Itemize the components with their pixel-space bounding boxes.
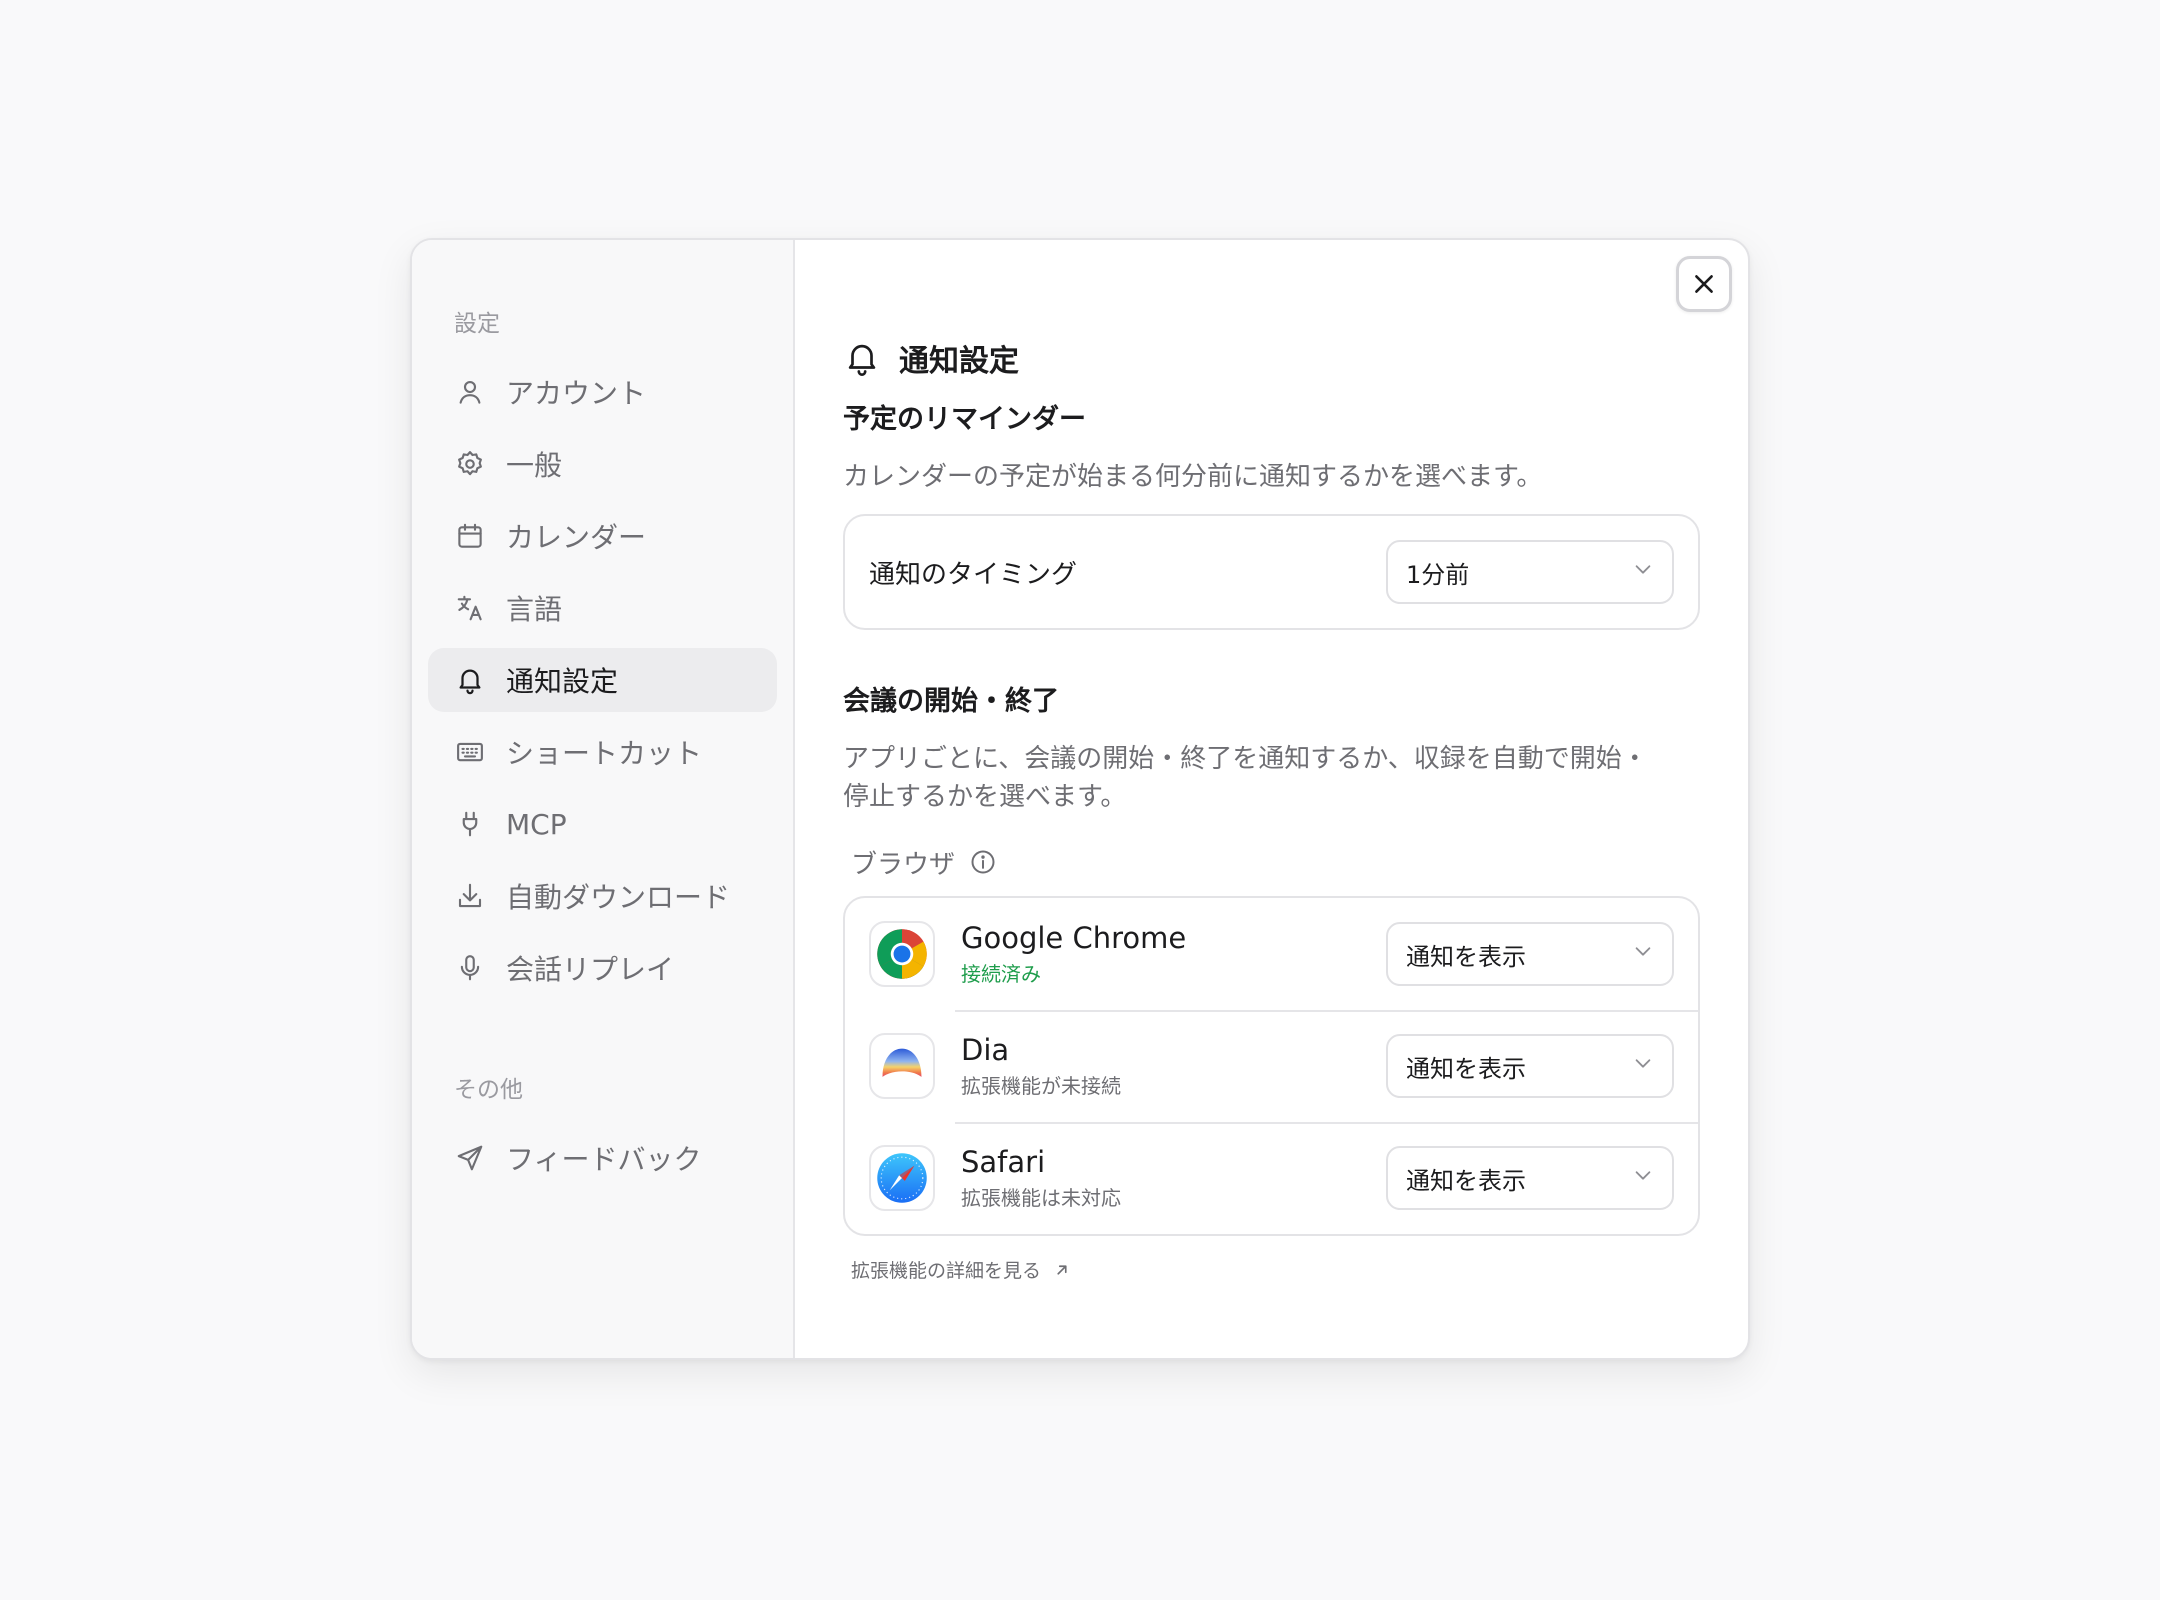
- sidebar-item-label: カレンダー: [506, 521, 647, 554]
- browser-info: Dia 拡張機能が未接続: [961, 1032, 1386, 1100]
- sidebar-item-label: 自動ダウンロード: [506, 881, 731, 914]
- chevron-down-icon: [1632, 940, 1654, 968]
- browser-row-dia: Dia 拡張機能が未接続 通知を表示: [845, 1010, 1698, 1122]
- info-icon[interactable]: [969, 848, 997, 876]
- close-button[interactable]: [1676, 256, 1732, 312]
- keyboard-icon: [454, 736, 486, 768]
- notification-settings-panel: 通知設定 予定のリマインダー カレンダーの予定が始まる何分前に通知するかを選べま…: [795, 240, 1748, 1358]
- meeting-description-line: 停止するかを選べます。: [843, 782, 1127, 812]
- sidebar-item-label: 一般: [506, 449, 563, 482]
- browser-list-card: Google Chrome 接続済み 通知を表示 Dia 拡張機能が未接続 通知…: [843, 896, 1700, 1236]
- settings-sidebar: 設定 アカウント 一般 カレンダー 言語 通知設定 ショートカット MCP 自動…: [412, 240, 795, 1358]
- browser-row-chrome: Google Chrome 接続済み 通知を表示: [845, 898, 1698, 1010]
- sidebar-item-auto-download[interactable]: 自動ダウンロード: [428, 864, 777, 928]
- browser-name: Dia: [961, 1033, 1010, 1067]
- select-value: 通知を表示: [1406, 1166, 1526, 1195]
- browser-name: Safari: [961, 1145, 1046, 1179]
- reminder-card: 通知のタイミング 1分前: [843, 514, 1700, 630]
- send-icon: [454, 1142, 486, 1174]
- calendar-icon: [454, 520, 486, 552]
- notification-timing-label: 通知のタイミング: [869, 559, 1078, 590]
- browser-status: 接続済み: [961, 962, 1041, 986]
- select-value: 通知を表示: [1406, 1054, 1526, 1083]
- meeting-section-description: アプリごとに、会議の開始・終了を通知するか、収録を自動で開始・ 停止するかを選べ…: [843, 740, 1700, 816]
- chevron-down-icon: [1632, 1164, 1654, 1192]
- dia-icon: [869, 1033, 935, 1099]
- safari-notification-select[interactable]: 通知を表示: [1386, 1146, 1674, 1210]
- sidebar-heading-settings: 設定: [454, 311, 500, 337]
- bell-icon: [454, 664, 486, 696]
- chrome-notification-select[interactable]: 通知を表示: [1386, 922, 1674, 986]
- select-value: 通知を表示: [1406, 942, 1526, 971]
- sidebar-item-label: ショートカット: [506, 737, 703, 770]
- sidebar-item-label: 通知設定: [506, 665, 619, 698]
- sidebar-item-mcp[interactable]: MCP: [428, 792, 777, 856]
- browser-group-label: ブラウザ: [843, 842, 1700, 882]
- sidebar-item-label: MCP: [506, 807, 567, 841]
- sidebar-item-conversation-replay[interactable]: 会話リプレイ: [428, 936, 777, 1000]
- sidebar-item-feedback[interactable]: フィードバック: [428, 1126, 777, 1190]
- page-title-text: 通知設定: [899, 344, 1019, 379]
- notification-timing-select[interactable]: 1分前: [1386, 540, 1674, 604]
- gear-icon: [454, 448, 486, 480]
- sidebar-item-notifications[interactable]: 通知設定: [428, 648, 777, 712]
- sidebar-item-shortcuts[interactable]: ショートカット: [428, 720, 777, 784]
- close-icon: [1691, 271, 1717, 297]
- settings-dialog: 設定 アカウント 一般 カレンダー 言語 通知設定 ショートカット MCP 自動…: [410, 238, 1750, 1360]
- microphone-icon: [454, 952, 486, 984]
- sidebar-item-label: アカウント: [506, 377, 647, 410]
- sidebar-item-calendar[interactable]: カレンダー: [428, 504, 777, 568]
- translate-icon: [454, 592, 486, 624]
- sidebar-item-account[interactable]: アカウント: [428, 360, 777, 424]
- sidebar-item-label: 言語: [506, 593, 563, 626]
- page-title: 通知設定: [843, 334, 1700, 382]
- sidebar-heading-other: その他: [454, 1077, 523, 1103]
- dia-notification-select[interactable]: 通知を表示: [1386, 1034, 1674, 1098]
- meeting-section-title: 会議の開始・終了: [843, 686, 1059, 717]
- meeting-description-line: アプリごとに、会議の開始・終了を通知するか、収録を自動で開始・: [843, 744, 1648, 774]
- browser-label: ブラウザ: [851, 849, 956, 880]
- safari-icon: [869, 1145, 935, 1211]
- sidebar-item-label: 会話リプレイ: [506, 953, 675, 986]
- browser-status: 拡張機能は未対応: [961, 1186, 1121, 1210]
- download-icon: [454, 880, 486, 912]
- reminder-section-title: 予定のリマインダー: [843, 404, 1086, 435]
- bell-icon: [843, 338, 883, 378]
- sidebar-item-general[interactable]: 一般: [428, 432, 777, 496]
- notification-timing-row: 通知のタイミング 1分前: [845, 516, 1698, 628]
- browser-row-safari: Safari 拡張機能は未対応 通知を表示: [845, 1122, 1698, 1234]
- user-icon: [454, 376, 486, 408]
- plug-icon: [454, 808, 486, 840]
- extension-details-link-text: 拡張機能の詳細を見る: [851, 1260, 1042, 1282]
- browser-status: 拡張機能が未接続: [961, 1074, 1121, 1098]
- extension-details-link[interactable]: 拡張機能の詳細を見る: [843, 1256, 1700, 1283]
- sidebar-item-language[interactable]: 言語: [428, 576, 777, 640]
- sidebar-item-label: フィードバック: [506, 1143, 702, 1176]
- chevron-down-icon: [1632, 1052, 1654, 1080]
- browser-name: Google Chrome: [961, 921, 1187, 955]
- external-link-icon: [1053, 1261, 1071, 1279]
- select-value: 1分前: [1406, 560, 1470, 589]
- chrome-icon: [869, 921, 935, 987]
- reminder-section-description: カレンダーの予定が始まる何分前に通知するかを選べます。: [843, 462, 1543, 492]
- browser-info: Safari 拡張機能は未対応: [961, 1144, 1386, 1212]
- chevron-down-icon: [1632, 558, 1654, 586]
- browser-info: Google Chrome 接続済み: [961, 920, 1386, 988]
